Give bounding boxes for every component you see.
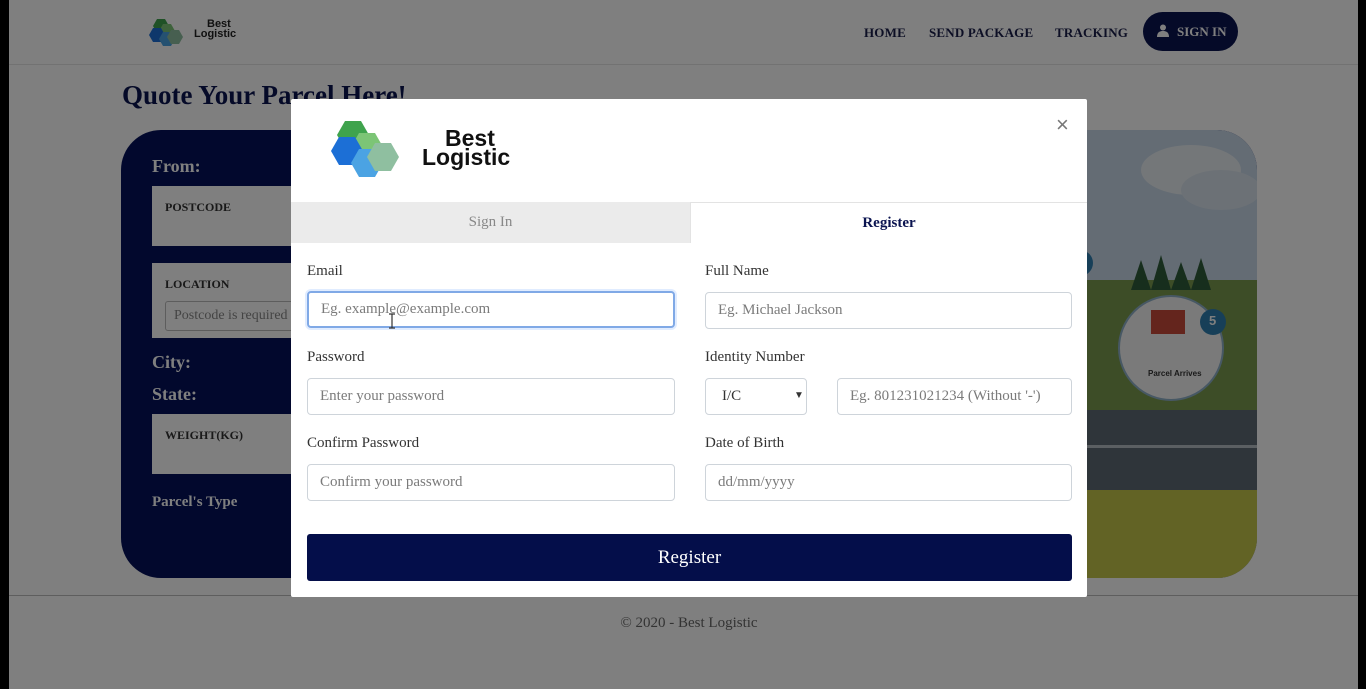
logo-hex-icon [331, 121, 399, 177]
auth-tabs: Sign In Register [291, 202, 1087, 243]
fullname-field[interactable] [705, 292, 1072, 329]
tab-signin[interactable]: Sign In [291, 202, 690, 243]
identity-label: Identity Number [705, 349, 805, 365]
modal-logo: Best Logistic [331, 119, 531, 181]
email-field[interactable] [307, 291, 675, 328]
chevron-down-icon: ▼ [794, 390, 804, 401]
confirm-password-label: Confirm Password [307, 435, 420, 451]
page: Best Logistic HOME SEND PACKAGE TRACKING… [9, 0, 1358, 689]
password-field[interactable] [307, 378, 675, 415]
identity-number-field[interactable] [837, 378, 1072, 415]
identity-type-select[interactable]: I/C ▼ [705, 378, 807, 415]
dob-label: Date of Birth [705, 435, 785, 451]
register-modal: Best Logistic × Sign In Register Email F… [291, 99, 1087, 597]
dob-field[interactable] [705, 464, 1072, 501]
tab-register[interactable]: Register [690, 202, 1087, 243]
fullname-label: Full Name [705, 263, 769, 279]
confirm-password-field[interactable] [307, 464, 675, 501]
identity-type-value: I/C [722, 388, 742, 404]
password-label: Password [307, 349, 365, 365]
modal-logo-text-logistic: Logistic [422, 144, 511, 170]
email-label: Email [307, 263, 343, 279]
footer-text: © 2020 - Best Logistic [620, 615, 758, 631]
register-button[interactable]: Register [307, 534, 1072, 581]
close-icon[interactable]: × [1056, 114, 1069, 136]
text-cursor-icon [389, 313, 395, 329]
